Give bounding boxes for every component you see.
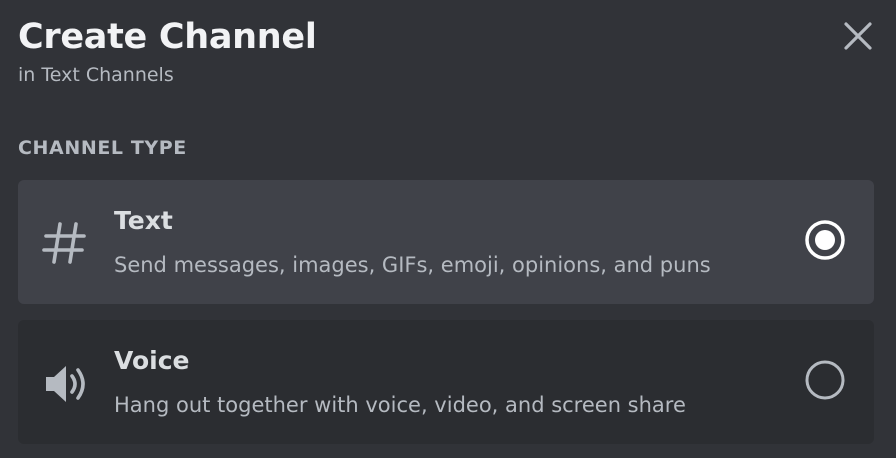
radio-unselected[interactable] (804, 359, 846, 401)
create-channel-modal: Create Channel in Text Channels CHANNEL … (0, 0, 896, 458)
option-name: Voice (114, 346, 190, 375)
channel-type-option-text[interactable]: Text Send messages, images, GIFs, emoji,… (18, 180, 874, 304)
speaker-icon (38, 356, 94, 412)
radio-selected[interactable] (804, 219, 846, 261)
option-description: Hang out together with voice, video, and… (114, 393, 686, 417)
option-description: Send messages, images, GIFs, emoji, opin… (114, 253, 711, 277)
close-button[interactable] (838, 16, 878, 56)
channel-type-option-voice[interactable]: Voice Hang out together with voice, vide… (18, 320, 874, 444)
close-icon[interactable] (838, 16, 878, 56)
channel-type-label: CHANNEL TYPE (18, 137, 187, 159)
option-name: Text (114, 206, 173, 235)
modal-subtitle: in Text Channels (18, 64, 174, 86)
hash-icon (38, 214, 94, 270)
modal-title: Create Channel (18, 17, 317, 57)
